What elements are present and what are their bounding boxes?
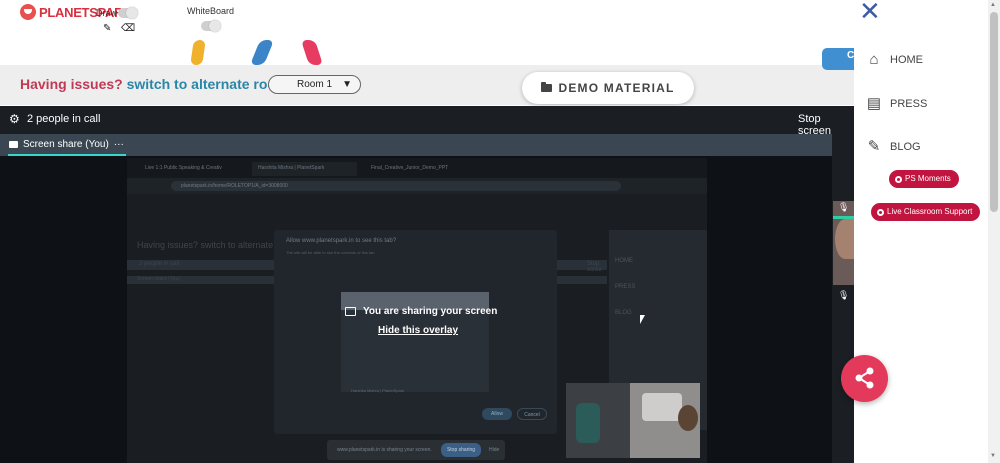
- gear-icon[interactable]: ⚙: [9, 112, 20, 126]
- share-button[interactable]: [841, 355, 888, 402]
- stop-sharing-button[interactable]: Stop sharing: [441, 443, 481, 457]
- draw-label: Draw: [96, 8, 118, 18]
- sidebar-item-label: PRESS: [890, 98, 928, 110]
- tab-screen-share[interactable]: Screen share (You) ···: [9, 139, 124, 150]
- hide-sharing-bar-button[interactable]: Hide: [489, 447, 499, 453]
- sidebar-item-blog[interactable]: ✎ BLOG: [866, 139, 921, 155]
- scroll-up-arrow-icon[interactable]: ▲: [990, 2, 996, 8]
- live-support-label: Live Classroom Support: [887, 207, 973, 216]
- decorative-arc-pink: [300, 40, 324, 65]
- ps-moments-label: PS Moments: [905, 174, 951, 183]
- issue-prefix: Having issues?: [20, 76, 123, 92]
- demo-material-label: DEMO MATERIAL: [558, 81, 675, 95]
- planetspark-logo-mark: [20, 4, 36, 20]
- chrome-sharing-bar: www.planetspark.in is sharing your scree…: [327, 440, 505, 460]
- mic-icon[interactable]: 🎙: [838, 202, 849, 212]
- sharing-notice: www.planetspark.in is sharing your scree…: [337, 447, 432, 453]
- pencil-icon[interactable]: ✎: [103, 23, 111, 34]
- caret-down-icon: ▼: [342, 79, 352, 90]
- browser-tab: Live 1:1 Public Speaking & Creativ: [145, 165, 222, 171]
- scrollbar-thumb[interactable]: [990, 12, 998, 212]
- browser-tab: Final_Creative_Junior_Demo_PPT: [371, 165, 449, 171]
- camera-video-tile: [566, 383, 700, 458]
- whiteboard-label: WhiteBoard: [187, 6, 235, 16]
- sidebar-item-home[interactable]: ⌂ HOME: [866, 52, 923, 68]
- participant-video: [835, 219, 854, 259]
- sharing-overlay-text: You are sharing your screen: [363, 306, 498, 317]
- call-header: ⚙ 2 people in call Stop screen: [0, 106, 854, 137]
- more-icon[interactable]: ···: [114, 139, 124, 150]
- issue-text: Having issues? switch to alternate room: [20, 76, 288, 92]
- sharing-overlay-title: You are sharing your screen: [345, 306, 497, 317]
- scroll-down-arrow-icon[interactable]: ▼: [990, 453, 996, 459]
- decorative-arc-blue: [249, 40, 275, 65]
- room-select[interactable]: Room 1 ▼: [268, 75, 361, 94]
- top-toolbar: PLANETSPARK Draw ✎ ⌫ WhiteBoard: [0, 0, 854, 40]
- hide-overlay-link[interactable]: Hide this overlay: [378, 325, 458, 336]
- mouse-cursor: [640, 315, 645, 324]
- alternate-room-link[interactable]: switch to alternate room: [127, 76, 289, 92]
- cancel-button[interactable]: Cancel: [517, 408, 547, 420]
- room-select-value: Room 1: [297, 79, 333, 90]
- mic-icon[interactable]: 🎙: [838, 290, 849, 300]
- play-icon: [895, 175, 902, 183]
- eraser-icon[interactable]: ⌫: [121, 23, 135, 34]
- chat-tab[interactable]: C: [822, 48, 854, 70]
- tab-preview-label: Harshita Mishra | PlanetSpark: [351, 388, 405, 393]
- allow-button[interactable]: Allow: [482, 408, 512, 420]
- camera-figure: [576, 403, 600, 443]
- support-icon: [877, 208, 884, 216]
- monitor-icon: [9, 141, 18, 148]
- demo-material-button[interactable]: DEMO MATERIAL: [522, 72, 694, 104]
- whiteboard-toggle[interactable]: [201, 20, 221, 32]
- live-support-button[interactable]: Live Classroom Support: [871, 203, 981, 221]
- share-icon: [855, 367, 874, 389]
- camera-background: [642, 393, 682, 421]
- camera-person: [678, 405, 698, 431]
- draw-toggle[interactable]: [118, 7, 138, 19]
- pencil-icon: ✎: [867, 138, 881, 155]
- sidebar-item-label: BLOG: [890, 141, 921, 153]
- screen-share-icon: [345, 307, 356, 316]
- dialog-title: Allow www.planetspark.in to see this tab…: [286, 238, 397, 244]
- dialog-subtitle: The site will be able to see the content…: [286, 250, 375, 255]
- sidebar-item-press[interactable]: ▤ PRESS: [866, 96, 927, 112]
- people-count: 2 people in call: [27, 113, 101, 125]
- home-icon: ⌂: [869, 51, 879, 68]
- participant-tile: [833, 201, 854, 285]
- browser-tab-strip: Live 1:1 Public Speaking & Creativ Harsh…: [127, 158, 707, 178]
- browser-address-bar: planetspark.in/home/ROLETOP1/A_id=300800…: [171, 181, 621, 191]
- call-tab-bar: Screen share (You) ···: [0, 134, 832, 156]
- browser-tab: Harshita Mishra | PlanetSpark: [252, 162, 357, 176]
- folder-icon: [541, 82, 553, 92]
- newspaper-icon: ▤: [866, 95, 882, 112]
- dim-issue-text: Having issues? switch to alternate roo: [137, 240, 289, 250]
- ps-moments-button[interactable]: PS Moments: [889, 170, 959, 188]
- decorative-arc-yellow: [190, 40, 206, 65]
- sidebar-item-label: HOME: [890, 54, 923, 66]
- tab-screen-share-label: Screen share (You): [23, 139, 109, 150]
- page: PLANETSPARK Draw ✎ ⌫ WhiteBoard Having i…: [0, 0, 1000, 463]
- close-icon[interactable]: ✕: [859, 0, 881, 24]
